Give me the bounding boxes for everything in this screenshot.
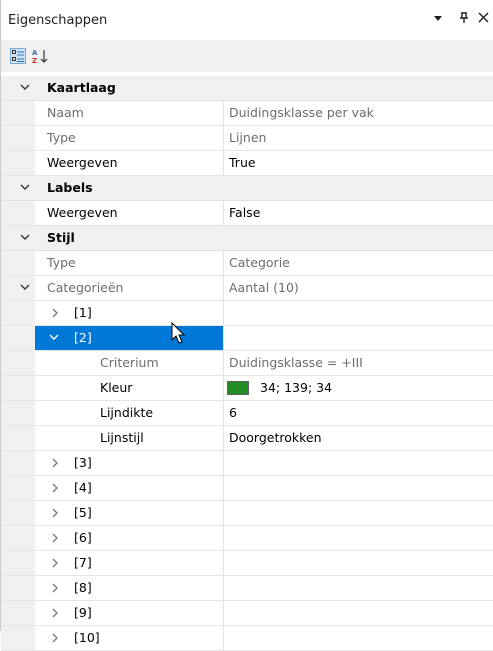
property-value[interactable]: 6 (229, 401, 237, 425)
window-position-dropdown-icon[interactable] (433, 12, 443, 26)
property-row-type[interactable]: Type Lijnen (1, 126, 493, 151)
property-label: Criterium (100, 355, 159, 370)
mouse-cursor-icon (171, 321, 187, 349)
property-value[interactable]: False (229, 201, 260, 225)
collapse-chevron-icon[interactable] (48, 326, 62, 350)
color-swatch[interactable] (227, 381, 249, 395)
property-value[interactable]: Doorgetrokken (229, 426, 322, 450)
category-item-row[interactable]: [8] (1, 576, 493, 601)
category-item-label: [2] (74, 330, 92, 345)
expand-chevron-icon[interactable] (50, 476, 64, 500)
property-value[interactable]: True (229, 151, 256, 175)
property-label: Kleur (100, 380, 133, 395)
property-label: Type (47, 130, 76, 145)
category-item-row[interactable]: [10] (1, 626, 493, 651)
category-labels[interactable]: Labels (1, 176, 493, 201)
close-icon[interactable] (478, 12, 489, 26)
category-label: Stijl (47, 230, 75, 245)
property-row-criterium[interactable]: Criterium Duidingsklasse = +III (1, 351, 493, 376)
category-kaartlaag[interactable]: Kaartlaag (1, 76, 493, 101)
category-item-row[interactable]: [1] (1, 301, 493, 326)
category-stijl[interactable]: Stijl (1, 226, 493, 251)
expand-chevron-icon[interactable] (50, 551, 64, 575)
property-row-lijndikte[interactable]: Lijndikte 6 (1, 401, 493, 426)
property-row-naam[interactable]: Naam Duidingsklasse per vak (1, 101, 493, 126)
category-item-label: [5] (74, 505, 92, 520)
category-item-label: [6] (74, 530, 92, 545)
expand-chevron-icon[interactable] (50, 601, 64, 625)
category-item-row[interactable]: [5] (1, 501, 493, 526)
category-label: Kaartlaag (47, 80, 116, 95)
property-row-categorieen[interactable]: Categorieën Aantal (10) (1, 276, 493, 301)
property-label: Lijndikte (100, 405, 154, 420)
property-value: Aantal (10) (229, 280, 299, 295)
category-item-label: [8] (74, 580, 92, 595)
category-item-label: [4] (74, 480, 92, 495)
property-row-weergeven[interactable]: Weergeven True (1, 151, 493, 176)
category-label: Labels (47, 180, 93, 195)
category-item-row[interactable]: [9] (1, 601, 493, 626)
categorized-icon[interactable] (10, 48, 26, 64)
property-label: Weergeven (47, 155, 118, 170)
expand-chevron-icon[interactable] (50, 451, 64, 475)
property-row-weergeven[interactable]: Weergeven False (1, 201, 493, 226)
expand-chevron-icon[interactable] (50, 301, 64, 325)
category-item-label: [7] (74, 555, 92, 570)
property-value: Duidingsklasse = +III (229, 355, 363, 370)
panel-toolbar: A Z (1, 40, 493, 72)
expand-chevron-icon[interactable] (50, 526, 64, 550)
property-value[interactable]: 34; 139; 34 (260, 376, 332, 400)
category-item-label: [3] (74, 455, 92, 470)
property-label: Lijnstijl (100, 430, 144, 445)
expand-chevron-icon[interactable] (50, 501, 64, 525)
category-item-label: [9] (74, 605, 92, 620)
property-row-lijnstijl[interactable]: Lijnstijl Doorgetrokken (1, 426, 493, 451)
property-value: Lijnen (229, 130, 267, 145)
category-item-row[interactable]: [6] (1, 526, 493, 551)
property-row-type[interactable]: Type Categorie (1, 251, 493, 276)
panel-title: Eigenschappen (8, 13, 108, 28)
category-item-row[interactable]: [7] (1, 551, 493, 576)
category-item-row-selected[interactable]: [2] (1, 326, 493, 351)
svg-text:A: A (32, 49, 38, 57)
property-label: Naam (47, 105, 84, 120)
expand-chevron-icon[interactable] (50, 626, 64, 650)
property-value: Categorie (229, 255, 290, 270)
property-label: Weergeven (47, 205, 118, 220)
category-item-row[interactable]: [4] (1, 476, 493, 501)
pin-icon[interactable] (459, 12, 469, 27)
alphabetical-sort-icon[interactable]: A Z (32, 48, 48, 65)
category-item-label: [10] (74, 630, 100, 645)
property-label: Categorieën (47, 280, 124, 295)
expand-chevron-icon[interactable] (50, 576, 64, 600)
property-label: Type (47, 255, 76, 270)
category-item-label: [1] (74, 305, 92, 320)
panel-titlebar: Eigenschappen (1, 0, 493, 40)
svg-text:Z: Z (32, 57, 37, 64)
property-row-kleur[interactable]: Kleur 34; 139; 34 (1, 376, 493, 401)
properties-panel: Eigenschappen A Z Kaartlaag Naam Duiding… (0, 0, 493, 651)
category-item-row[interactable]: [3] (1, 451, 493, 476)
collapse-chevron-icon[interactable] (19, 276, 33, 300)
property-value: Duidingsklasse per vak (229, 105, 374, 120)
property-grid: Kaartlaag Naam Duidingsklasse per vak Ty… (1, 76, 493, 651)
